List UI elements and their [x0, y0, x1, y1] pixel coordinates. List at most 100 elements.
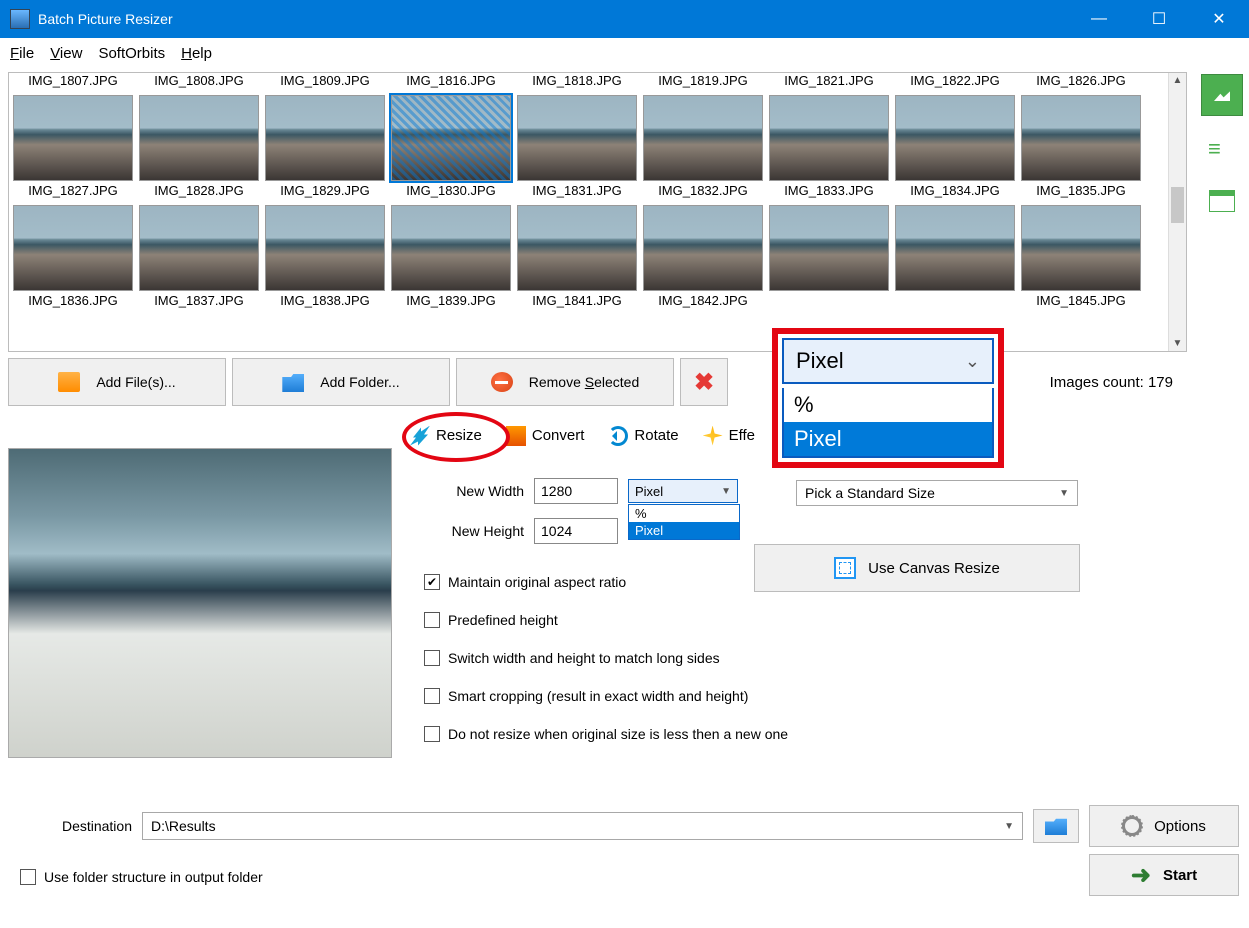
- smart-crop-label: Smart cropping (result in exact width an…: [448, 688, 748, 704]
- magnify-option-percent: %: [784, 388, 992, 422]
- add-files-label: Add File(s)...: [96, 374, 175, 390]
- thumbnail-label: IMG_1834.JPG: [910, 183, 1000, 198]
- scroll-up-icon[interactable]: ▲: [1173, 75, 1183, 86]
- view-thumbnails-button[interactable]: [1201, 74, 1243, 116]
- standard-size-combo[interactable]: Pick a Standard Size ▼: [796, 480, 1078, 506]
- browse-folder-button[interactable]: [1033, 809, 1079, 843]
- thumbnail-item[interactable]: IMG_1807.JPG: [11, 73, 135, 93]
- unit-option-pixel[interactable]: Pixel: [629, 522, 739, 539]
- thumbnail-item[interactable]: IMG_1831.JPG: [515, 95, 639, 203]
- thumbnail-image: [391, 95, 511, 181]
- thumbnail-item[interactable]: IMG_1845.JPG: [1019, 205, 1143, 313]
- thumbnail-item[interactable]: IMG_1818.JPG: [515, 73, 639, 93]
- tab-rotate[interactable]: Rotate: [598, 420, 688, 453]
- destination-combo[interactable]: D:\Results ▼: [142, 812, 1023, 840]
- width-unit-dropdown: % Pixel: [628, 504, 740, 540]
- view-list-button[interactable]: [1208, 142, 1236, 164]
- smart-crop-checkbox[interactable]: [424, 688, 440, 704]
- menu-view[interactable]: View: [50, 45, 82, 62]
- add-folder-button[interactable]: Add Folder...: [232, 358, 450, 406]
- menu-help[interactable]: Help: [181, 45, 212, 62]
- tab-effects[interactable]: Effe: [693, 420, 765, 453]
- thumbnail-item[interactable]: IMG_1821.JPG: [767, 73, 891, 93]
- magnify-combo: Pixel ⌄: [782, 338, 994, 384]
- rotate-icon: [608, 426, 628, 446]
- thumbnail-item[interactable]: IMG_1828.JPG: [137, 95, 261, 203]
- thumbnail-item[interactable]: IMG_1841.JPG: [515, 205, 639, 313]
- unit-option-percent[interactable]: %: [629, 505, 739, 522]
- thumbnail-panel: IMG_1807.JPGIMG_1808.JPGIMG_1809.JPGIMG_…: [8, 72, 1187, 352]
- options-button[interactable]: Options: [1089, 805, 1239, 847]
- scroll-handle[interactable]: [1171, 187, 1184, 223]
- thumbnail-label: IMG_1835.JPG: [1036, 183, 1126, 198]
- no-upscale-label: Do not resize when original size is less…: [448, 726, 788, 742]
- chevron-down-icon: ▼: [721, 486, 731, 497]
- thumbnail-label: IMG_1833.JPG: [784, 183, 874, 198]
- add-files-button[interactable]: Add File(s)...: [8, 358, 226, 406]
- thumbnail-scrollbar[interactable]: ▲ ▼: [1168, 73, 1186, 351]
- scroll-down-icon[interactable]: ▼: [1173, 338, 1183, 349]
- thumbnail-item[interactable]: IMG_1838.JPG: [263, 205, 387, 313]
- no-upscale-checkbox[interactable]: [424, 726, 440, 742]
- thumbnail-image: [265, 205, 385, 291]
- view-details-button[interactable]: [1209, 190, 1235, 212]
- switch-sides-checkbox[interactable]: [424, 650, 440, 666]
- close-button[interactable]: ✕: [1189, 0, 1249, 38]
- height-input[interactable]: [534, 518, 618, 544]
- remove-all-button[interactable]: ✖: [680, 358, 728, 406]
- chevron-down-icon: ⌄: [965, 351, 980, 372]
- thumbnail-item[interactable]: IMG_1842.JPG: [641, 205, 765, 313]
- thumbnail-label: IMG_1808.JPG: [154, 73, 244, 88]
- thumbnail-image: [139, 95, 259, 181]
- minimize-button[interactable]: —: [1069, 0, 1129, 38]
- thumbnail-item[interactable]: [893, 205, 1017, 313]
- width-unit-combo[interactable]: Pixel ▼ % Pixel: [628, 479, 738, 503]
- thumbnail-label: IMG_1816.JPG: [406, 73, 496, 88]
- width-input[interactable]: [534, 478, 618, 504]
- predefined-height-label: Predefined height: [448, 612, 558, 628]
- predefined-height-checkbox[interactable]: [424, 612, 440, 628]
- maximize-button[interactable]: ☐: [1129, 0, 1189, 38]
- thumbnail-item[interactable]: IMG_1809.JPG: [263, 73, 387, 93]
- thumbnail-label: IMG_1821.JPG: [784, 73, 874, 88]
- maintain-ratio-checkbox[interactable]: [424, 574, 440, 590]
- remove-icon: [491, 372, 513, 392]
- thumbnail-label: IMG_1828.JPG: [154, 183, 244, 198]
- thumbnail-item[interactable]: IMG_1839.JPG: [389, 205, 513, 313]
- thumbnail-item[interactable]: IMG_1826.JPG: [1019, 73, 1143, 93]
- remove-selected-label: Remove Selected: [529, 374, 640, 390]
- thumbnail-item[interactable]: IMG_1833.JPG: [767, 95, 891, 203]
- remove-selected-button[interactable]: Remove Selected: [456, 358, 674, 406]
- maintain-ratio-label: Maintain original aspect ratio: [448, 574, 626, 590]
- tab-resize[interactable]: Resize: [400, 420, 492, 453]
- thumbnail-item[interactable]: IMG_1837.JPG: [137, 205, 261, 313]
- canvas-resize-button[interactable]: Use Canvas Resize: [754, 544, 1080, 592]
- thumbnail-item[interactable]: [767, 205, 891, 313]
- thumbnail-item[interactable]: IMG_1834.JPG: [893, 95, 1017, 203]
- thumbnail-item[interactable]: IMG_1808.JPG: [137, 73, 261, 93]
- menubar: File View SoftOrbits Help: [0, 38, 1249, 68]
- width-unit-value: Pixel: [635, 484, 663, 499]
- window-controls: — ☐ ✕: [1069, 0, 1249, 38]
- thumbnail-item[interactable]: IMG_1832.JPG: [641, 95, 765, 203]
- tab-convert-label: Convert: [532, 427, 585, 444]
- thumbnail-item[interactable]: IMG_1830.JPG: [389, 95, 513, 203]
- destination-value: D:\Results: [151, 818, 216, 834]
- thumbnail-image: [769, 205, 889, 291]
- start-button[interactable]: ➜ Start: [1089, 854, 1239, 896]
- thumbnail-image: [517, 95, 637, 181]
- menu-file[interactable]: File: [10, 45, 34, 62]
- tab-convert[interactable]: Convert: [496, 420, 595, 453]
- menu-softorbits[interactable]: SoftOrbits: [98, 45, 165, 62]
- thumbnail-item[interactable]: IMG_1822.JPG: [893, 73, 1017, 93]
- thumbnail-item[interactable]: IMG_1836.JPG: [11, 205, 135, 313]
- thumbnail-item[interactable]: IMG_1816.JPG: [389, 73, 513, 93]
- thumbnail-item[interactable]: IMG_1827.JPG: [11, 95, 135, 203]
- thumbnail-item[interactable]: IMG_1819.JPG: [641, 73, 765, 93]
- use-folder-structure-checkbox[interactable]: [20, 869, 36, 885]
- thumbnail-item[interactable]: IMG_1829.JPG: [263, 95, 387, 203]
- thumbnail-scroll[interactable]: IMG_1807.JPGIMG_1808.JPGIMG_1809.JPGIMG_…: [9, 73, 1168, 351]
- new-height-label: New Height: [424, 523, 524, 539]
- thumbnail-item[interactable]: IMG_1835.JPG: [1019, 95, 1143, 203]
- bottom-panel: Destination D:\Results ▼ Options Use fol…: [0, 808, 1249, 896]
